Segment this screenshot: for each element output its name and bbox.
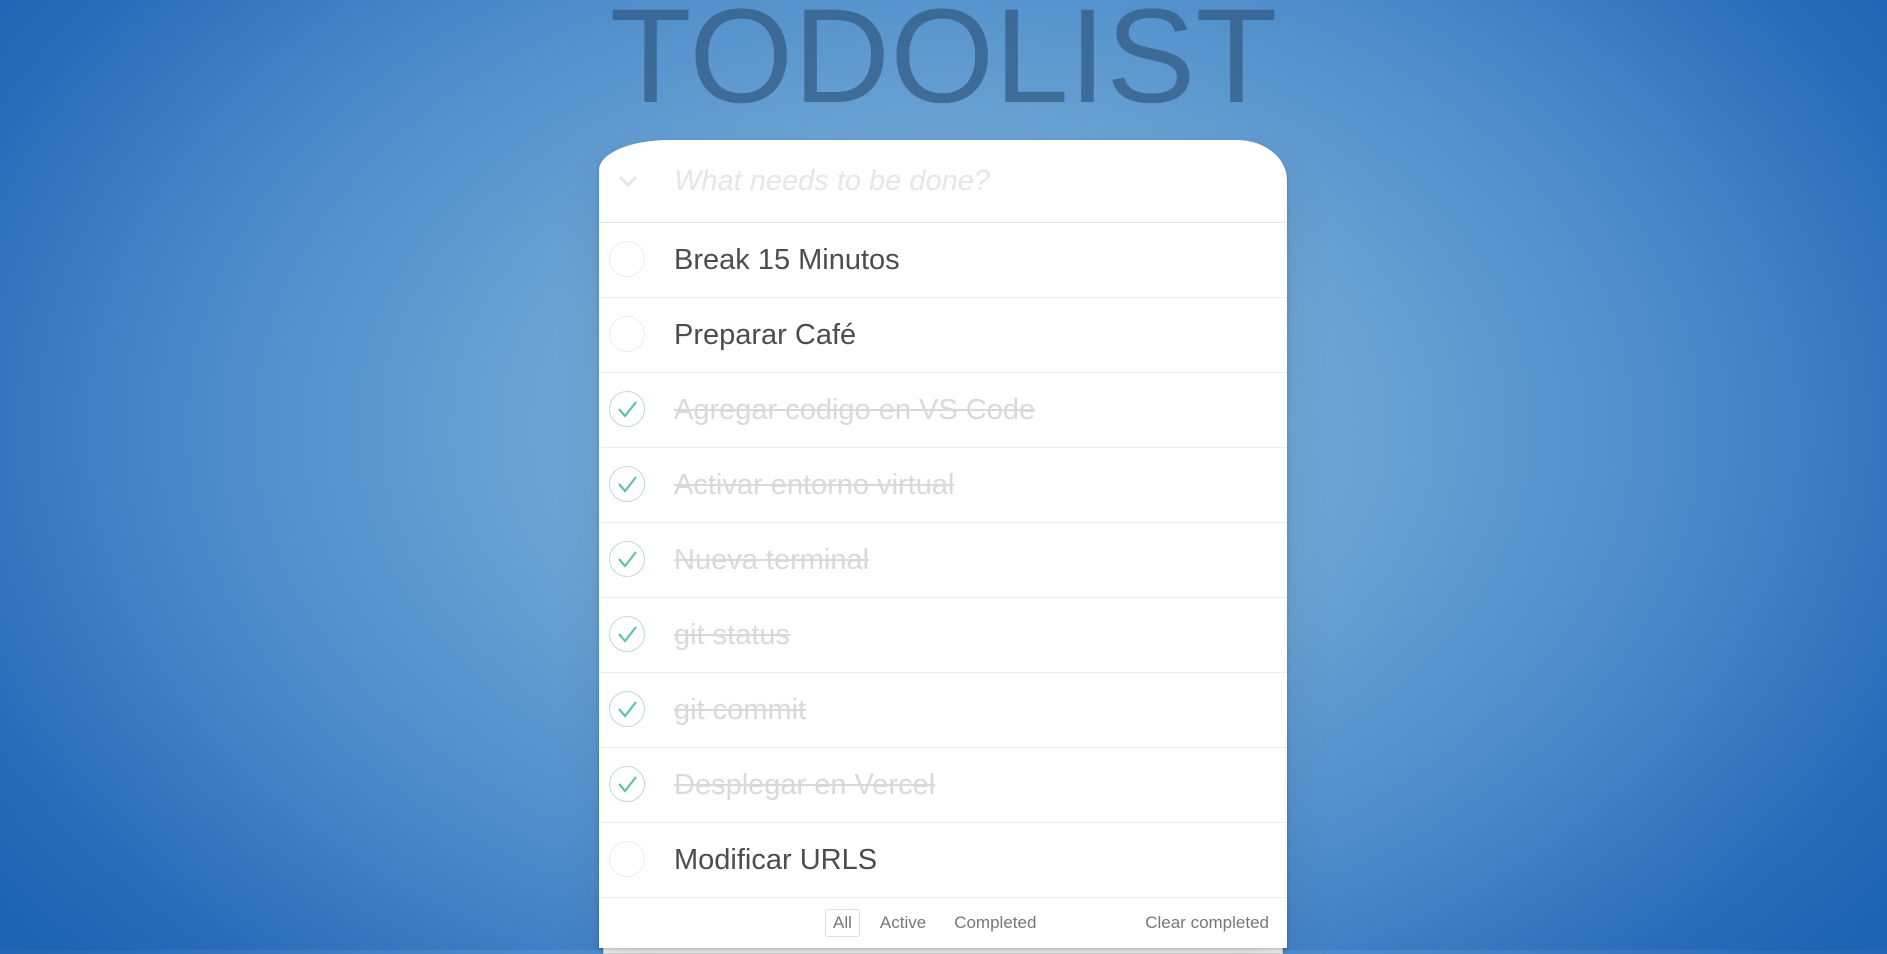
todo-checkbox[interactable] <box>609 766 645 802</box>
todo-item: Preparar Café <box>599 298 1287 373</box>
todo-item: git status <box>599 598 1287 673</box>
todo-app: Break 15 Minutos Preparar Café Agregar c… <box>599 140 1287 954</box>
checkmark-icon <box>618 776 637 793</box>
todo-header <box>599 140 1287 223</box>
todo-item: Activar entorno virtual <box>599 448 1287 523</box>
todo-item: Desplegar en Vercel <box>599 748 1287 823</box>
todo-label[interactable]: Break 15 Minutos <box>674 245 900 275</box>
todo-checkbox[interactable] <box>609 466 645 502</box>
filter-all[interactable]: All <box>825 909 860 937</box>
checkmark-icon <box>618 401 637 418</box>
todo-checkbox[interactable] <box>609 391 645 427</box>
todo-item: Break 15 Minutos <box>599 223 1287 298</box>
todo-item: Modificar URLS <box>599 823 1287 898</box>
todo-item: Nueva terminal <box>599 523 1287 598</box>
checkmark-icon <box>618 551 637 568</box>
todo-checkbox[interactable] <box>609 316 645 352</box>
filter-completed[interactable]: Completed <box>946 909 1044 937</box>
filter-list: All Active Completed <box>825 909 1044 937</box>
todo-label[interactable]: Nueva terminal <box>674 545 869 575</box>
app-title: TODOLIST <box>609 0 1278 131</box>
todo-label[interactable]: Desplegar en Vercel <box>674 770 935 800</box>
todo-label[interactable]: Agregar codigo en VS Code <box>674 395 1035 425</box>
todo-label[interactable]: Modificar URLS <box>674 845 877 875</box>
checkmark-icon <box>618 701 637 718</box>
todo-card: Break 15 Minutos Preparar Café Agregar c… <box>599 140 1287 948</box>
todo-checkbox[interactable] <box>609 841 645 877</box>
checkmark-icon <box>618 626 637 643</box>
checkmark-icon <box>618 476 637 493</box>
todo-item: git commit <box>599 673 1287 748</box>
todo-list: Break 15 Minutos Preparar Café Agregar c… <box>599 223 1287 898</box>
clear-completed-button[interactable]: Clear completed <box>1145 913 1269 933</box>
todo-checkbox[interactable] <box>609 691 645 727</box>
todo-label[interactable]: Activar entorno virtual <box>674 470 954 500</box>
todo-checkbox[interactable] <box>609 541 645 577</box>
toggle-all-chevron-icon[interactable] <box>613 168 643 194</box>
new-todo-input[interactable] <box>674 158 1264 204</box>
todo-checkbox[interactable] <box>609 241 645 277</box>
todo-checkbox[interactable] <box>609 616 645 652</box>
todo-label[interactable]: Preparar Café <box>674 320 856 350</box>
todo-item: Agregar codigo en VS Code <box>599 373 1287 448</box>
filter-active[interactable]: Active <box>872 909 934 937</box>
todo-label[interactable]: git commit <box>674 695 806 725</box>
todo-label[interactable]: git status <box>674 620 790 650</box>
todo-footer: All Active Completed Clear completed <box>599 898 1287 948</box>
